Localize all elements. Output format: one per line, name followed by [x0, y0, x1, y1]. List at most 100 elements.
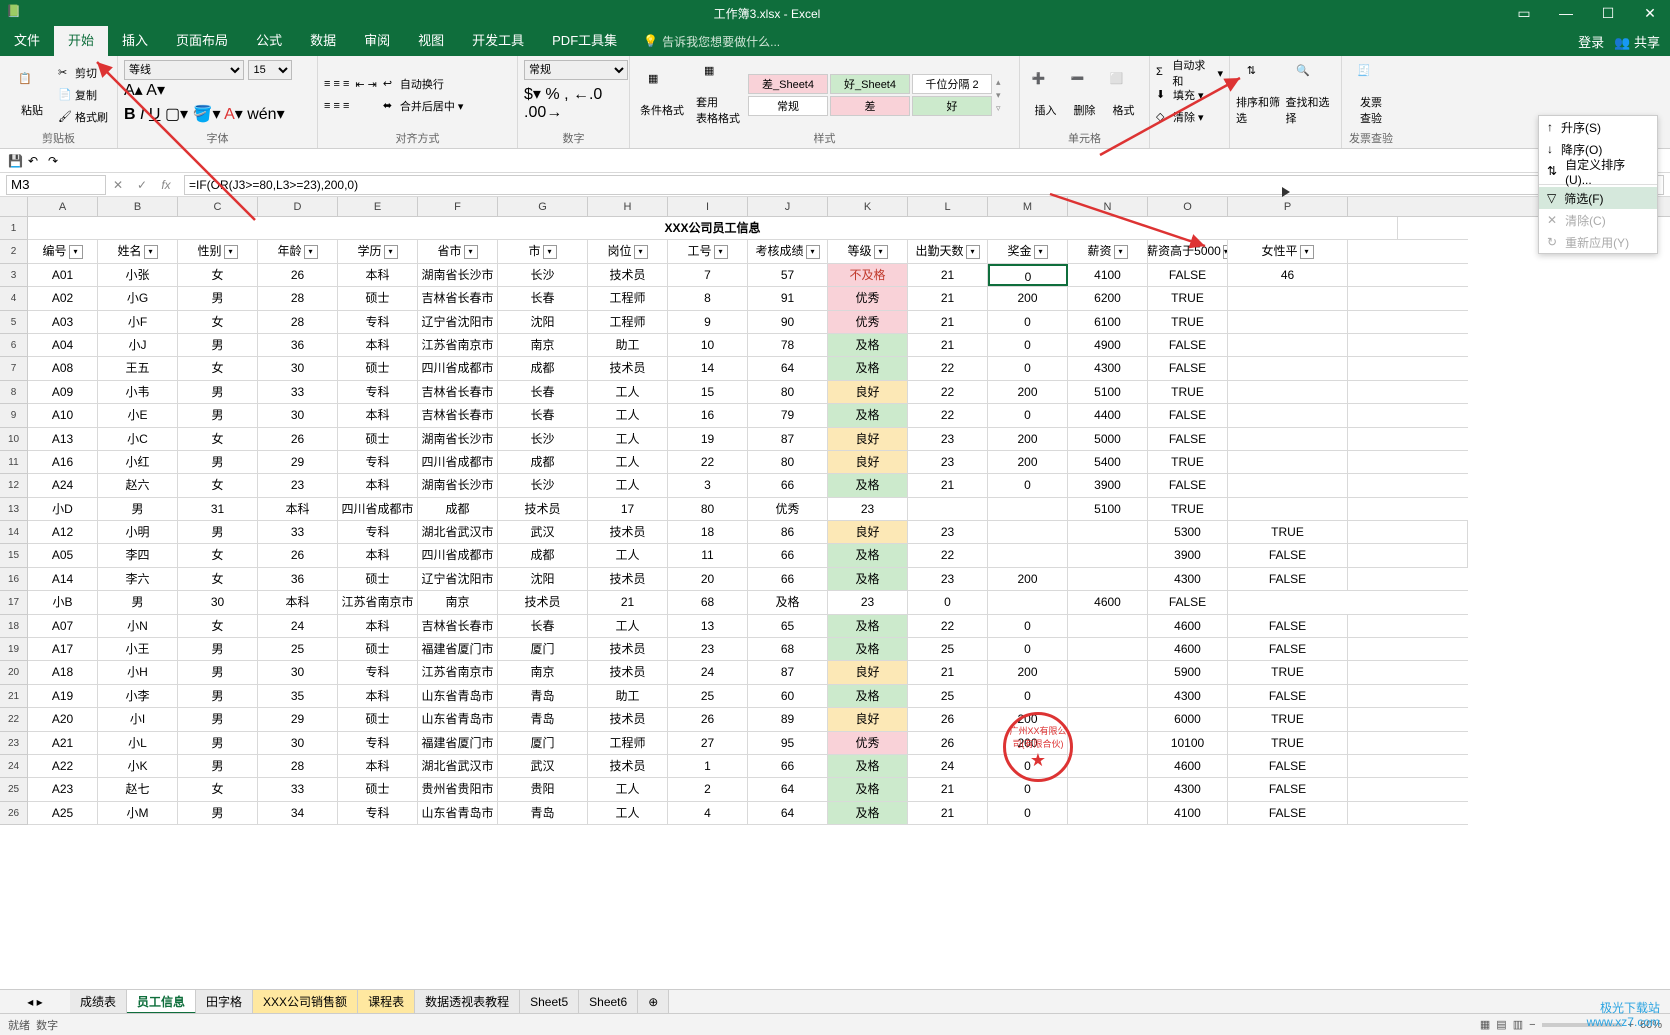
- style-cell-3[interactable]: 常规: [748, 96, 828, 116]
- data-cell[interactable]: 吉林省长春市: [418, 381, 498, 403]
- data-cell[interactable]: 0: [988, 778, 1068, 800]
- data-cell[interactable]: 11: [668, 544, 748, 566]
- gallery-up-icon[interactable]: ▴: [996, 77, 1001, 88]
- data-cell[interactable]: 23: [908, 568, 988, 590]
- delete-cells-button[interactable]: ➖删除: [1065, 72, 1104, 118]
- data-cell[interactable]: [1228, 357, 1348, 379]
- data-cell[interactable]: 28: [258, 287, 338, 309]
- data-cell[interactable]: 小E: [98, 404, 178, 426]
- data-cell[interactable]: 4400: [1068, 404, 1148, 426]
- table-format-button[interactable]: ▦套用 表格格式: [692, 64, 744, 126]
- data-cell[interactable]: 成都: [498, 451, 588, 473]
- data-cell[interactable]: 21: [908, 264, 988, 286]
- undo-icon[interactable]: ↶: [28, 154, 42, 168]
- menu-4[interactable]: 公式: [242, 26, 296, 56]
- filter-icon[interactable]: ▾: [69, 245, 83, 259]
- view-pagebreak-icon[interactable]: ▥: [1513, 1018, 1523, 1031]
- data-cell[interactable]: FALSE: [1148, 404, 1228, 426]
- data-cell[interactable]: 吉林省长春市: [418, 287, 498, 309]
- data-cell[interactable]: 女: [178, 568, 258, 590]
- data-cell[interactable]: 工人: [588, 404, 668, 426]
- data-cell[interactable]: 200: [988, 451, 1068, 473]
- data-cell[interactable]: [1348, 544, 1468, 566]
- data-cell[interactable]: 男: [178, 287, 258, 309]
- data-cell[interactable]: 工程师: [588, 732, 668, 754]
- data-cell[interactable]: 女: [178, 428, 258, 450]
- data-cell[interactable]: 29: [258, 708, 338, 730]
- data-cell[interactable]: 21: [908, 334, 988, 356]
- data-cell[interactable]: 及格: [828, 802, 908, 824]
- data-cell[interactable]: 女: [178, 474, 258, 496]
- data-cell[interactable]: 技术员: [588, 568, 668, 590]
- col-header[interactable]: L: [908, 197, 988, 216]
- data-cell[interactable]: 南京: [418, 591, 498, 613]
- data-cell[interactable]: [988, 498, 1068, 520]
- data-cell[interactable]: A21: [28, 732, 98, 754]
- data-cell[interactable]: [1068, 708, 1148, 730]
- data-cell[interactable]: 小张: [98, 264, 178, 286]
- filter-icon[interactable]: ▾: [714, 245, 728, 259]
- data-cell[interactable]: A22: [28, 755, 98, 777]
- data-cell[interactable]: 25: [258, 638, 338, 660]
- data-cell[interactable]: 技术员: [588, 708, 668, 730]
- data-cell[interactable]: 22: [668, 451, 748, 473]
- data-cell[interactable]: FALSE: [1148, 334, 1228, 356]
- data-cell[interactable]: 小F: [98, 311, 178, 333]
- data-cell[interactable]: 1: [668, 755, 748, 777]
- data-cell[interactable]: [1228, 451, 1348, 473]
- data-cell[interactable]: FALSE: [1228, 568, 1348, 590]
- data-cell[interactable]: [1228, 404, 1348, 426]
- data-cell[interactable]: 10: [668, 334, 748, 356]
- data-cell[interactable]: 男: [178, 685, 258, 707]
- bold-button[interactable]: B: [124, 106, 136, 123]
- data-cell[interactable]: 李四: [98, 544, 178, 566]
- menu-0[interactable]: 文件: [0, 26, 54, 56]
- data-cell[interactable]: A05: [28, 544, 98, 566]
- data-cell[interactable]: 4300: [1148, 685, 1228, 707]
- data-cell[interactable]: 赵六: [98, 474, 178, 496]
- data-cell[interactable]: TRUE: [1228, 732, 1348, 754]
- data-cell[interactable]: 15: [668, 381, 748, 403]
- menu-2[interactable]: 插入: [108, 26, 162, 56]
- data-cell[interactable]: 66: [748, 544, 828, 566]
- data-cell[interactable]: 95: [748, 732, 828, 754]
- data-cell[interactable]: 23: [828, 498, 908, 520]
- data-cell[interactable]: 24: [258, 615, 338, 637]
- data-cell[interactable]: 27: [668, 732, 748, 754]
- filter-icon[interactable]: ▾: [144, 245, 158, 259]
- data-cell[interactable]: 7: [668, 264, 748, 286]
- insert-cells-button[interactable]: ➕插入: [1026, 72, 1065, 118]
- data-cell[interactable]: 本科: [338, 264, 418, 286]
- share-button[interactable]: 👥 共享: [1614, 32, 1660, 51]
- data-cell[interactable]: 厦门: [498, 732, 588, 754]
- select-all-corner[interactable]: [0, 197, 28, 216]
- data-cell[interactable]: 200: [988, 287, 1068, 309]
- data-cell[interactable]: 技术员: [588, 357, 668, 379]
- data-cell[interactable]: 及格: [828, 334, 908, 356]
- data-cell[interactable]: 8: [668, 287, 748, 309]
- data-cell[interactable]: 0: [988, 334, 1068, 356]
- data-cell[interactable]: 湖北省武汉市: [418, 521, 498, 543]
- menu-6[interactable]: 审阅: [350, 26, 404, 56]
- save-icon[interactable]: 💾: [8, 154, 22, 168]
- data-cell[interactable]: A07: [28, 615, 98, 637]
- data-cell[interactable]: A14: [28, 568, 98, 590]
- data-cell[interactable]: TRUE: [1148, 381, 1228, 403]
- data-cell[interactable]: 男: [178, 381, 258, 403]
- menu-item[interactable]: ↑升序(S): [1539, 116, 1657, 138]
- data-cell[interactable]: [1068, 544, 1148, 566]
- data-cell[interactable]: 硕士: [338, 778, 418, 800]
- col-header[interactable]: D: [258, 197, 338, 216]
- col-header[interactable]: H: [588, 197, 668, 216]
- data-cell[interactable]: 23: [828, 591, 908, 613]
- header-cell[interactable]: 姓名▾: [98, 240, 178, 262]
- data-cell[interactable]: 女: [178, 778, 258, 800]
- data-cell[interactable]: 南京: [498, 661, 588, 683]
- data-cell[interactable]: 26: [258, 264, 338, 286]
- data-cell[interactable]: 武汉: [498, 521, 588, 543]
- ribbon-min-icon[interactable]: ▭: [1504, 5, 1544, 22]
- fill-button[interactable]: ⬇填充▾: [1156, 85, 1223, 105]
- data-cell[interactable]: 21: [908, 287, 988, 309]
- menu-item[interactable]: ▽筛选(F): [1539, 187, 1657, 209]
- fill-color-button[interactable]: 🪣▾: [193, 106, 221, 123]
